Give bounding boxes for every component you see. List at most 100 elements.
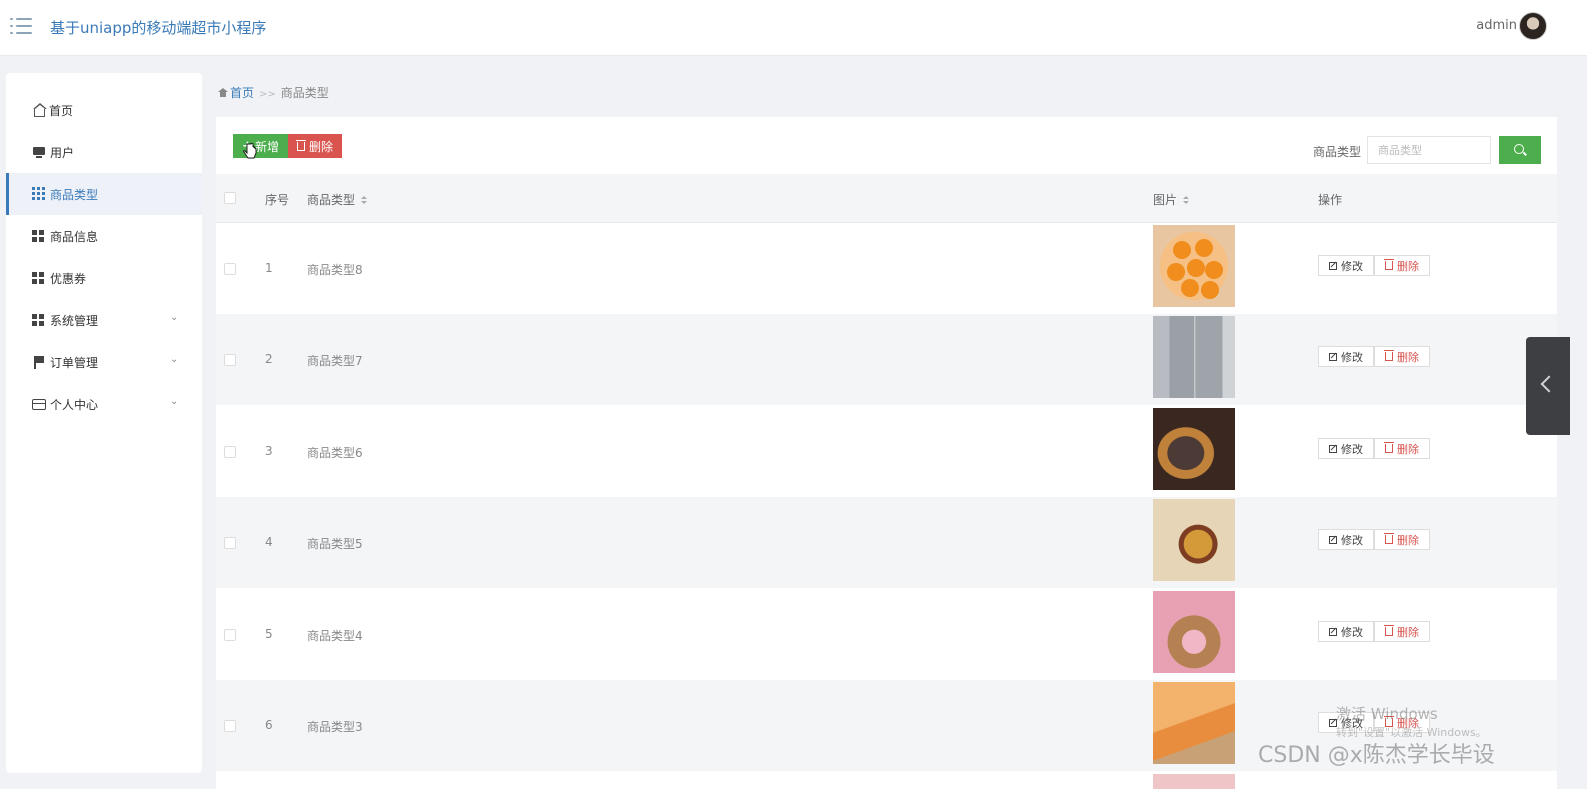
top-header: 基于uniapp的移动端超市小程序 admin <box>0 0 1587 56</box>
avatar[interactable] <box>1519 12 1547 40</box>
app-title: 基于uniapp的移动端超市小程序 <box>50 19 267 37</box>
delete-label: 删除 <box>1397 533 1419 547</box>
row-checkbox[interactable] <box>224 446 236 458</box>
product-type-image <box>1153 682 1235 764</box>
product-type-image <box>1153 225 1235 307</box>
row-checkbox[interactable] <box>224 263 236 275</box>
user-name[interactable]: admin <box>1476 18 1517 33</box>
grid-icon <box>32 272 46 286</box>
sort-icon[interactable] <box>361 196 368 205</box>
sort-icon[interactable] <box>1183 196 1190 205</box>
sidebar-item-label: 商品类型 <box>50 187 99 202</box>
edit-button[interactable]: 修改 <box>1318 255 1374 276</box>
batch-delete-button[interactable]: 删除 <box>288 134 342 158</box>
edit-button[interactable]: 修改 <box>1318 438 1374 459</box>
delete-row-button[interactable]: 删除 <box>1374 438 1430 459</box>
orange-shape <box>1181 279 1199 297</box>
sidebar-item-profile[interactable]: 个人中心 ⌄ <box>6 383 202 425</box>
header-index: 序号 <box>265 193 290 207</box>
delete-label: 删除 <box>1397 350 1419 364</box>
edit-label: 修改 <box>1341 533 1363 547</box>
search-icon <box>1514 144 1524 154</box>
breadcrumb: 首页 >> 商品类型 <box>218 84 329 101</box>
chevron-down-icon: ⌄ <box>170 312 179 323</box>
sidebar-item-label: 系统管理 <box>50 313 99 328</box>
search-input[interactable] <box>1367 136 1491 164</box>
header-image[interactable]: 图片 <box>1153 191 1190 208</box>
sidebar-item-label: 优惠券 <box>50 271 87 286</box>
delete-label: 删除 <box>1397 259 1419 273</box>
edit-icon <box>1329 444 1337 453</box>
edit-button[interactable]: 修改 <box>1318 529 1374 550</box>
delete-row-button[interactable]: 删除 <box>1374 255 1430 276</box>
delete-label: 删除 <box>1397 625 1419 639</box>
product-type-image <box>1153 591 1235 673</box>
sidebar-item-label: 首页 <box>49 103 74 118</box>
edit-icon <box>1329 352 1337 361</box>
sidebar-item-orders[interactable]: 订单管理 ⌄ <box>6 341 202 383</box>
trash-icon <box>1384 625 1394 636</box>
header-type[interactable]: 商品类型 <box>307 191 368 208</box>
row-checkbox[interactable] <box>224 354 236 366</box>
product-type-image <box>1153 408 1235 490</box>
sidebar-item-product-type[interactable]: 商品类型 <box>6 173 202 215</box>
edit-icon <box>1329 535 1337 544</box>
delete-row-button[interactable]: 删除 <box>1374 621 1430 642</box>
product-type-image <box>1153 316 1235 398</box>
grid-icon <box>32 187 46 201</box>
sidebar: 首页 用户 商品类型 商品信息 优惠券 系统管理 ⌄ 订单管理 ⌄ 个人中心 ⌄ <box>6 73 202 773</box>
add-button-label: 新增 <box>254 139 279 154</box>
product-type-image <box>1153 774 1235 789</box>
breadcrumb-current: 商品类型 <box>280 86 329 100</box>
row-type-name: 商品类型6 <box>307 446 363 460</box>
menu-toggle-icon[interactable] <box>10 16 32 36</box>
orange-shape <box>1167 263 1185 281</box>
row-type-name: 商品类型8 <box>307 263 363 277</box>
sidebar-item-coupons[interactable]: 优惠券 <box>6 257 202 299</box>
row-type-name: 商品类型5 <box>307 537 363 551</box>
sidebar-item-label: 用户 <box>50 145 75 160</box>
table-row <box>216 772 1557 789</box>
edit-button[interactable]: 修改 <box>1318 621 1374 642</box>
header-image-label: 图片 <box>1153 193 1178 207</box>
edit-button[interactable]: 修改 <box>1318 346 1374 367</box>
row-index: 3 <box>265 444 273 458</box>
row-index: 2 <box>265 352 273 366</box>
row-type-name: 商品类型7 <box>307 354 363 368</box>
row-checkbox[interactable] <box>224 720 236 732</box>
row-checkbox[interactable] <box>224 537 236 549</box>
edit-label: 修改 <box>1341 259 1363 273</box>
header-type-label: 商品类型 <box>307 193 356 207</box>
add-button[interactable]: + 新增 <box>233 134 288 158</box>
row-checkbox[interactable] <box>224 629 236 641</box>
row-type-name: 商品类型3 <box>307 720 363 734</box>
trash-icon <box>295 139 306 151</box>
edit-label: 修改 <box>1341 442 1363 456</box>
table-row: 1 商品类型8 修改 删除 <box>216 223 1557 314</box>
edit-label: 修改 <box>1341 350 1363 364</box>
delete-row-button[interactable]: 删除 <box>1374 529 1430 550</box>
sidebar-item-home[interactable]: 首页 <box>6 89 202 131</box>
breadcrumb-separator: >> <box>259 89 276 100</box>
orange-shape <box>1205 261 1223 279</box>
trash-icon <box>1384 533 1394 544</box>
row-index: 5 <box>265 627 273 641</box>
delete-button-label: 删除 <box>308 139 333 154</box>
table-header: 序号 商品类型 图片 操作 <box>216 174 1557 223</box>
activate-windows-watermark: 激活 Windows <box>1336 705 1438 723</box>
sidebar-item-system[interactable]: 系统管理 ⌄ <box>6 299 202 341</box>
row-index: 4 <box>265 535 273 549</box>
breadcrumb-home[interactable]: 首页 <box>230 86 254 100</box>
home-icon <box>218 88 228 97</box>
search-label: 商品类型 <box>1313 145 1362 159</box>
search-button[interactable] <box>1499 136 1541 164</box>
sidebar-item-users[interactable]: 用户 <box>6 131 202 173</box>
trash-icon <box>1384 442 1394 453</box>
sidebar-item-product-info[interactable]: 商品信息 <box>6 215 202 257</box>
chevron-down-icon: ⌄ <box>170 354 179 365</box>
main-panel: + 新增 删除 商品类型 序号 商品类型 图片 操作 1 商品类型8 修改 <box>216 117 1557 789</box>
select-all-checkbox[interactable] <box>224 192 236 204</box>
chevron-down-icon: ⌄ <box>170 396 179 407</box>
drawer-toggle[interactable] <box>1526 337 1570 435</box>
delete-row-button[interactable]: 删除 <box>1374 346 1430 367</box>
